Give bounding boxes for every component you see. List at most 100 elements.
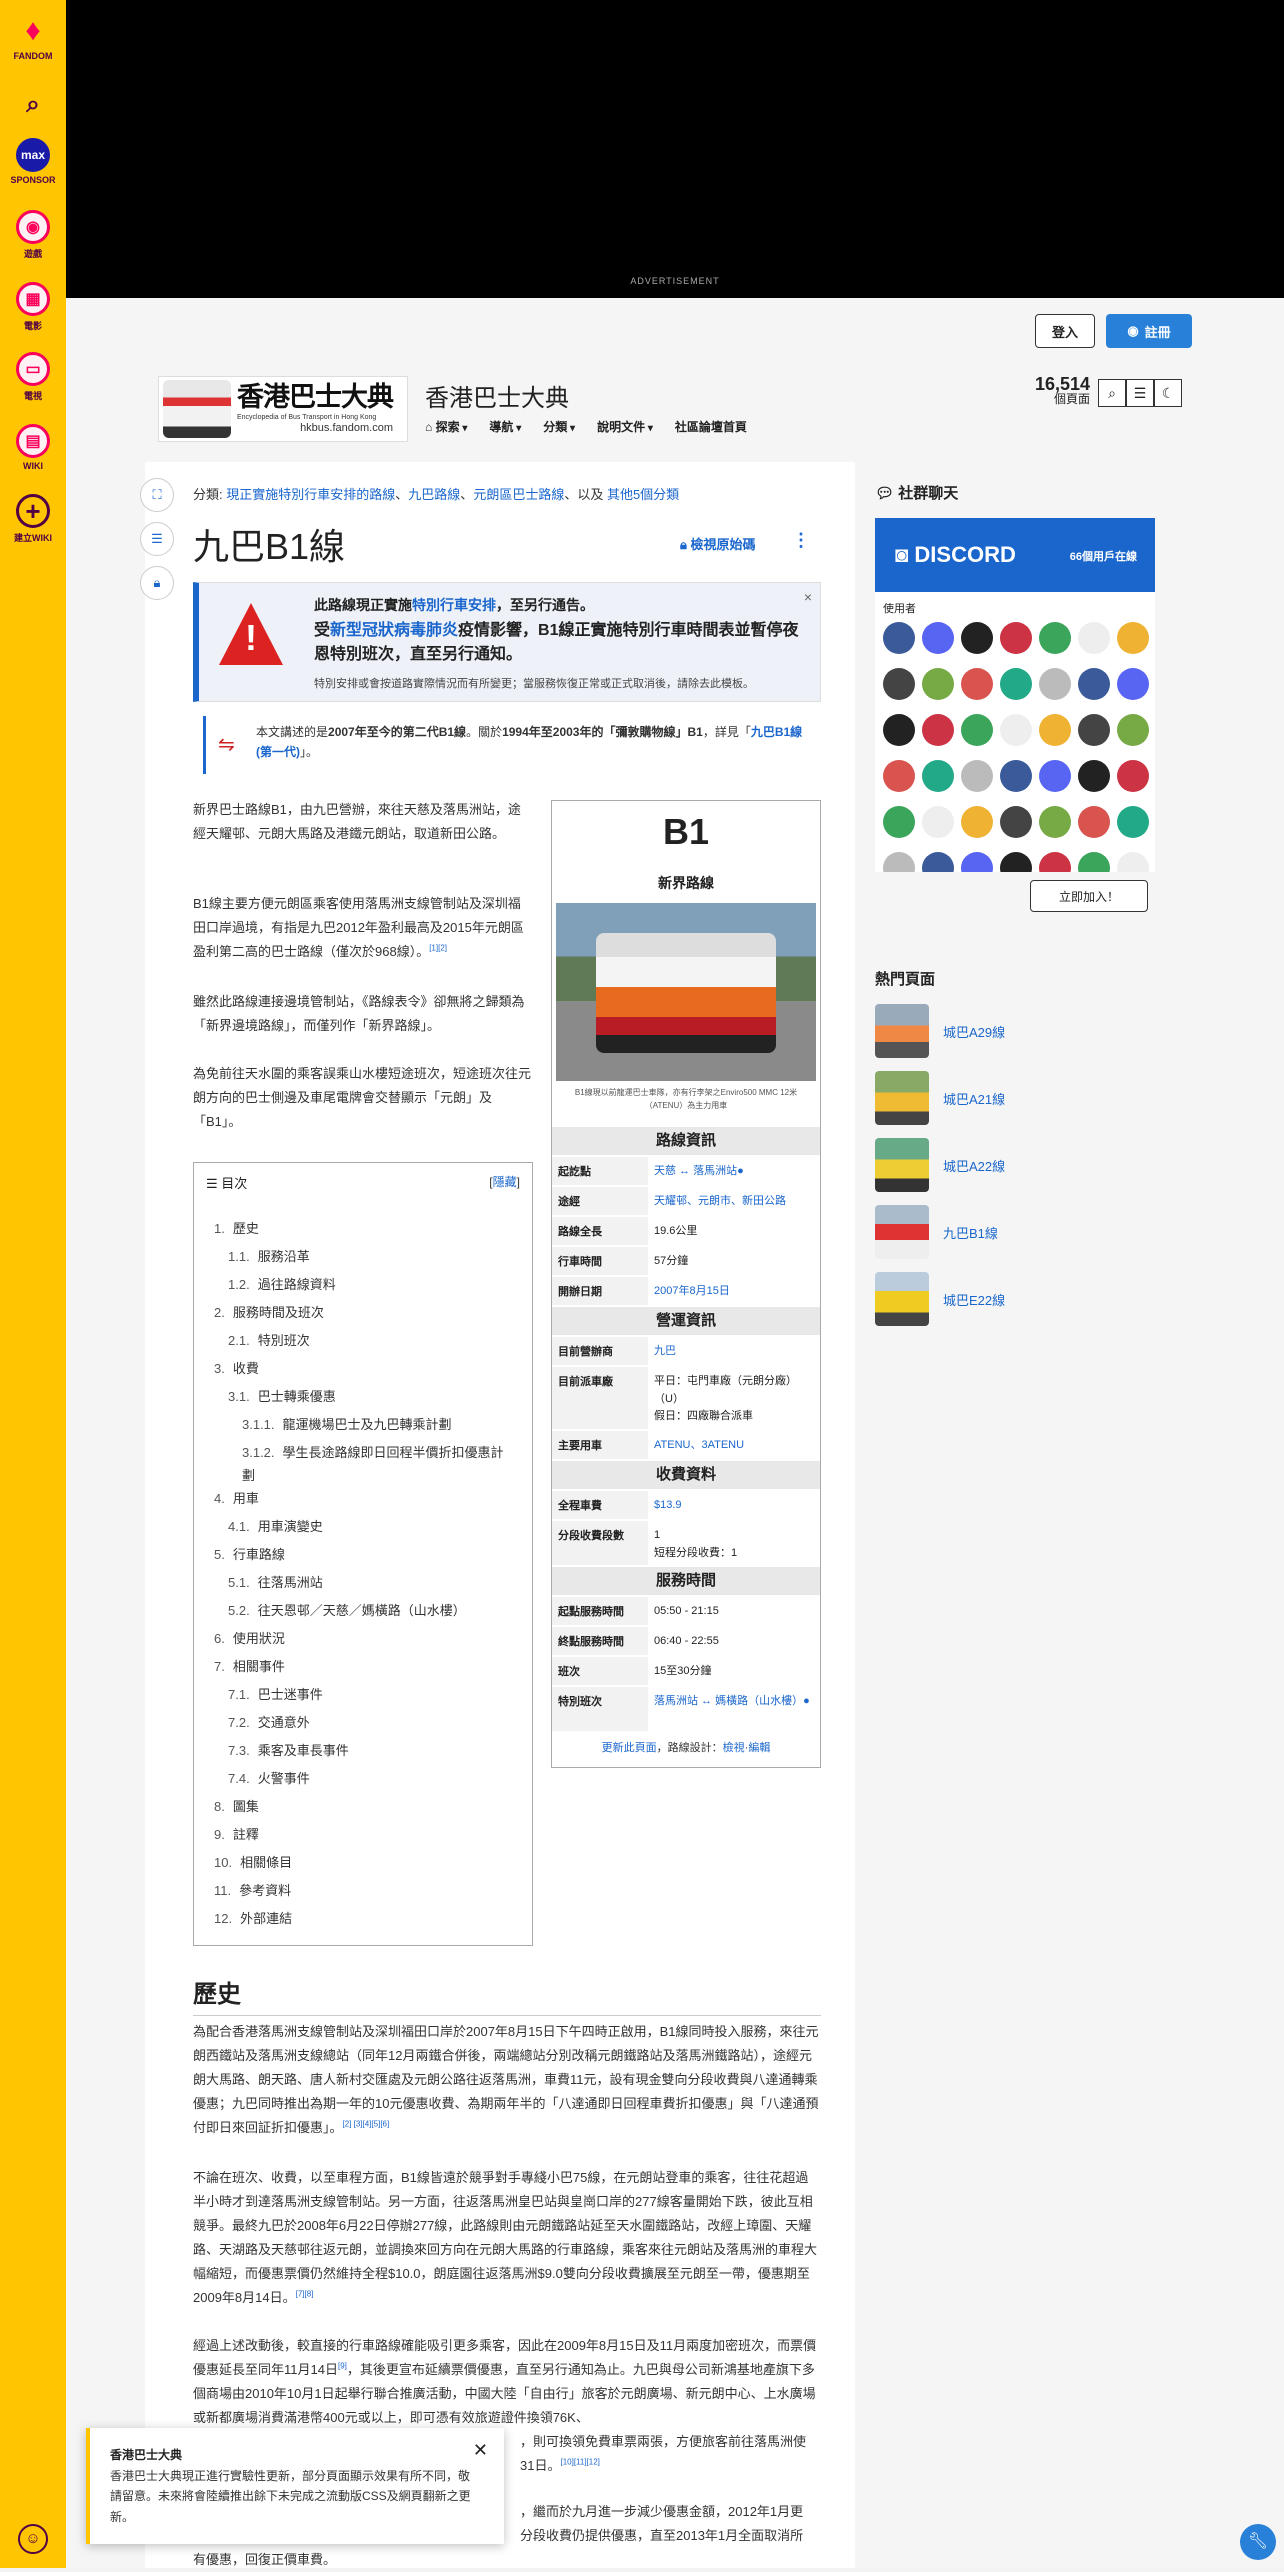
infobox-value[interactable]: 天耀邨、元朗市、新田公路 [654, 1187, 814, 1211]
discussion-icon[interactable]: ☰ [1126, 379, 1154, 407]
user-avatar[interactable] [1039, 714, 1071, 746]
popular-link[interactable]: 城巴A29線 [943, 1022, 1005, 1041]
category-link[interactable]: 九巴路線 [408, 487, 460, 502]
popular-link[interactable]: 九巴B1線 [943, 1223, 998, 1242]
toc-item[interactable]: 3. 收費 [214, 1357, 514, 1380]
user-avatar[interactable] [1000, 714, 1032, 746]
user-avatar[interactable] [961, 806, 993, 838]
toc-item[interactable]: 4. 用車 [214, 1487, 514, 1510]
notice-link[interactable]: 特別行車安排 [412, 597, 496, 613]
toc-item[interactable]: 5.2. 往天恩邨／天慈／媽橫路（山水樓） [228, 1599, 514, 1622]
toc-item[interactable]: 7.4. 火警事件 [228, 1767, 514, 1790]
user-avatar[interactable] [922, 714, 954, 746]
infobox-value[interactable]: $13.9 [654, 1491, 814, 1515]
user-avatar[interactable] [922, 622, 954, 654]
close-icon[interactable]: ✕ [473, 2440, 488, 2461]
popular-page-item[interactable]: 城巴A29線 [875, 1004, 1125, 1058]
login-button[interactable]: 登入 [1035, 314, 1095, 348]
games-link[interactable]: ◉ 遊戲 [0, 210, 66, 260]
user-avatar[interactable] [1078, 668, 1110, 700]
user-avatar[interactable] [1078, 806, 1110, 838]
user-avatar[interactable] [1078, 714, 1110, 746]
infobox-value[interactable]: 九巴 [654, 1337, 814, 1361]
user-avatar[interactable] [1117, 622, 1149, 654]
user-avatar[interactable] [1039, 668, 1071, 700]
nav-navigation[interactable]: 導航 [489, 418, 521, 435]
user-avatar[interactable] [1078, 852, 1110, 872]
user-avatar[interactable] [961, 714, 993, 746]
toc-item[interactable]: 9. 註釋 [214, 1823, 514, 1846]
search-icon[interactable]: ⌕ [1098, 379, 1126, 407]
user-avatar[interactable] [961, 852, 993, 872]
toc-item[interactable]: 2.1. 特別班次 [228, 1329, 514, 1352]
toc-hide-link[interactable]: 隱藏 [489, 1173, 520, 1190]
user-avatar[interactable] [1117, 714, 1149, 746]
user-avatar[interactable] [961, 622, 993, 654]
wiki-name[interactable]: 香港巴士大典 [425, 378, 569, 413]
user-avatar[interactable] [922, 760, 954, 792]
user-avatar[interactable] [922, 806, 954, 838]
create-wiki-link[interactable]: + 建立WIKI [0, 494, 66, 544]
user-avatar[interactable] [961, 668, 993, 700]
user-avatar[interactable] [1078, 760, 1110, 792]
reference-link[interactable]: [1][2] [429, 944, 447, 953]
nav-forum[interactable]: 社區論壇首頁 [675, 418, 747, 435]
join-discord-button[interactable]: 立即加入！ [1030, 880, 1148, 912]
user-avatar[interactable] [961, 760, 993, 792]
nav-categories[interactable]: 分類 [543, 418, 575, 435]
update-page-link[interactable]: 更新此頁面 [602, 1742, 657, 1754]
lock-icon[interactable]: 🔒︎ [140, 566, 174, 600]
toc-item[interactable]: 4.1. 用車演變史 [228, 1515, 514, 1538]
reference-link[interactable]: [10][11][12] [560, 2458, 599, 2467]
toc-item[interactable]: 5. 行車路線 [214, 1543, 514, 1566]
toc-item[interactable]: 7.2. 交通意外 [228, 1711, 514, 1734]
discord-widget[interactable]: ◙ DISCORD 66個用戶在線 [875, 518, 1155, 592]
edit-template-link[interactable]: 編輯 [748, 1742, 770, 1754]
notice-link[interactable]: 新型冠狀病毒肺炎 [330, 622, 458, 639]
infobox-value[interactable]: 天慈 ↔ 落馬洲站● [654, 1157, 814, 1181]
movies-link[interactable]: ▦ 電影 [0, 282, 66, 332]
user-avatar[interactable] [1039, 622, 1071, 654]
toc-item[interactable]: 11. 參考資料 [214, 1879, 514, 1902]
toc-item[interactable]: 3.1.1. 龍運機場巴士及九巴轉乘計劃 [242, 1413, 514, 1436]
infobox-value[interactable]: ATENU、3ATENU [654, 1431, 814, 1455]
nav-docs[interactable]: 說明文件 [597, 418, 653, 435]
popular-link[interactable]: 城巴E22線 [943, 1290, 1005, 1309]
toc-item[interactable]: 3.1. 巴士轉乘優惠 [228, 1385, 514, 1408]
user-avatar[interactable] [883, 760, 915, 792]
user-avatar[interactable] [1000, 806, 1032, 838]
category-link[interactable]: 元朗區巴士路線 [473, 487, 564, 502]
user-avatar[interactable] [1000, 760, 1032, 792]
user-avatar[interactable] [922, 668, 954, 700]
user-avatar[interactable] [883, 852, 915, 872]
user-avatar[interactable] [883, 668, 915, 700]
user-avatar[interactable] [1000, 852, 1032, 872]
user-avatar[interactable] [1039, 852, 1071, 872]
view-source-button[interactable]: 🔒︎ 檢視原始碼 [680, 534, 756, 553]
popular-link[interactable]: 城巴A22線 [943, 1156, 1005, 1175]
fandom-home-link[interactable]: ♦ FANDOM [0, 14, 66, 61]
user-avatar[interactable] [883, 714, 915, 746]
expand-icon[interactable]: ⛶ [140, 478, 174, 512]
popular-page-item[interactable]: 城巴A21線 [875, 1071, 1125, 1125]
user-avatar[interactable] [1117, 806, 1149, 838]
more-actions-button[interactable]: ⋮ [792, 530, 810, 551]
toc-item[interactable]: 1.1. 服務沿革 [228, 1245, 514, 1268]
nav-explore[interactable]: ⌂ 探索 [425, 418, 467, 435]
toc-item[interactable]: 3.1.2. 學生長途路線即日回程半價折扣優惠計劃 [242, 1441, 514, 1488]
toc-item[interactable]: 7. 相關事件 [214, 1655, 514, 1678]
theme-icon[interactable]: ☾ [1154, 379, 1182, 407]
bus-photo[interactable] [556, 903, 816, 1081]
view-template-link[interactable]: 檢視 [723, 1742, 745, 1754]
toc-icon[interactable]: ☰ [140, 522, 174, 556]
register-button[interactable]: ◉ 註冊 [1106, 314, 1192, 348]
user-avatar[interactable] [883, 806, 915, 838]
popular-page-item[interactable]: 城巴A22線 [875, 1138, 1125, 1192]
infobox-value[interactable]: 落馬洲站 ↔ 媽橫路（山水樓）● [654, 1687, 814, 1711]
wiki-link[interactable]: ▤ WIKI [0, 424, 66, 471]
popular-link[interactable]: 城巴A21線 [943, 1089, 1005, 1108]
tv-link[interactable]: ▭ 電視 [0, 352, 66, 402]
sponsor-link[interactable]: max SPONSOR [0, 138, 66, 185]
user-icon[interactable]: ☺ [18, 2524, 48, 2554]
toc-item[interactable]: 5.1. 往落馬洲站 [228, 1571, 514, 1594]
